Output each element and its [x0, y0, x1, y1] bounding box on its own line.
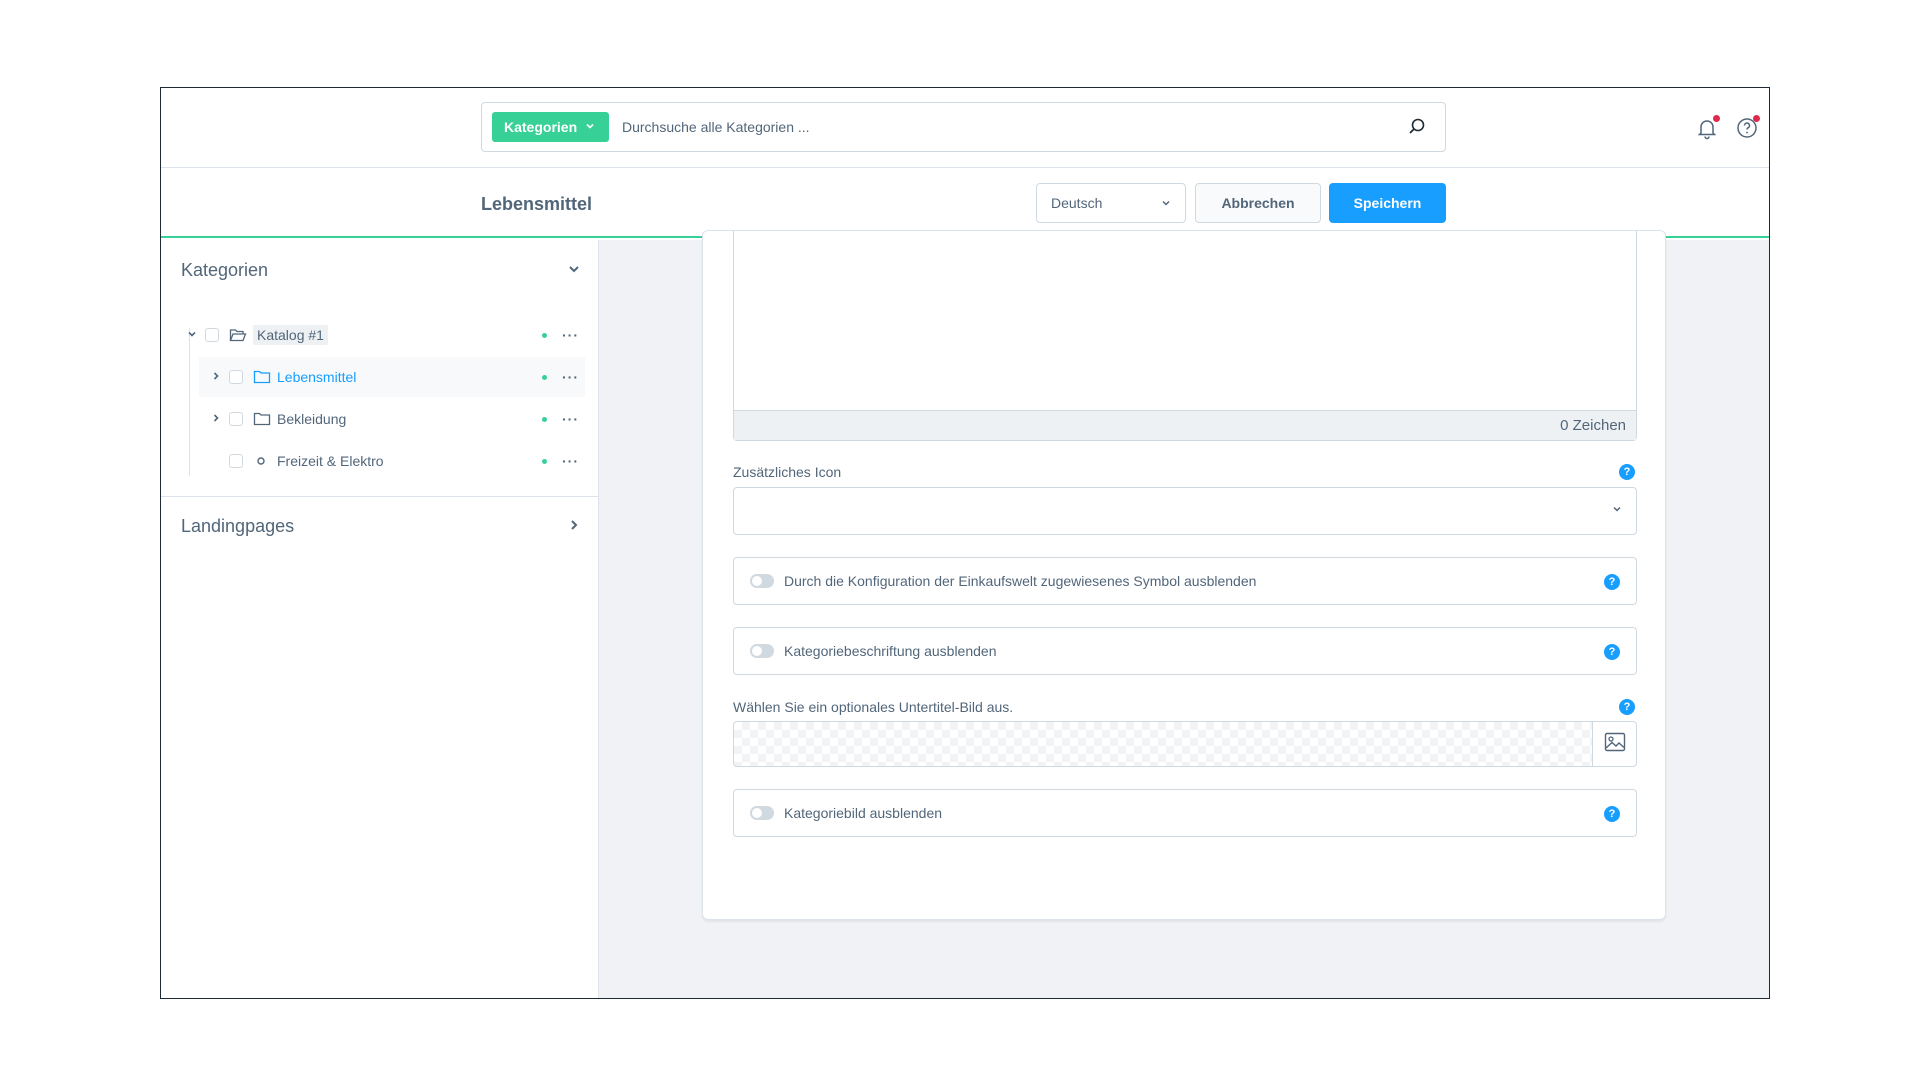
chevron-right-icon	[567, 518, 581, 535]
hide-image-label: Kategoriebild ausblenden	[784, 805, 943, 821]
hide-symbol-label: Durch die Konfiguration der Einkaufswelt…	[784, 573, 1257, 589]
hide-symbol-switch-field: Durch die Konfiguration der Einkaufswelt…	[733, 557, 1637, 605]
categories-section-toggle[interactable]: Kategorien	[181, 255, 581, 285]
help-button[interactable]	[1735, 115, 1760, 140]
hide-image-switch-field: Kategoriebild ausblenden ?	[733, 789, 1637, 837]
hide-symbol-toggle[interactable]	[750, 574, 774, 588]
form-card: 0 Zeichen Zusätzliches Icon ? Durch die …	[702, 230, 1666, 920]
content-area: 0 Zeichen Zusätzliches Icon ? Durch die …	[599, 230, 1769, 998]
chevron-down-icon	[1161, 195, 1171, 211]
chevron-down-icon	[1612, 503, 1622, 517]
chevron-down-icon[interactable]	[185, 328, 199, 342]
categories-title: Kategorien	[181, 259, 269, 280]
image-icon	[1603, 730, 1627, 759]
tree-item-checkbox[interactable]	[205, 328, 219, 342]
language-select[interactable]: Deutsch	[1036, 183, 1186, 223]
hide-image-toggle[interactable]	[750, 806, 774, 820]
icon-select[interactable]	[733, 487, 1637, 535]
tree-item-label: Bekleidung	[277, 411, 347, 427]
status-active-dot	[542, 416, 547, 422]
sidebar-divider	[161, 496, 598, 497]
cancel-button[interactable]: Abbrechen	[1195, 183, 1321, 223]
notification-badge	[1713, 115, 1720, 122]
tree-item-freizeit-elektro[interactable]: Freizeit & Elektro ···	[199, 441, 585, 481]
help-icon[interactable]: ?	[1619, 699, 1635, 715]
chevron-right-icon[interactable]	[209, 370, 223, 384]
more-options-icon[interactable]: ···	[562, 411, 579, 427]
search-input[interactable]	[622, 113, 1382, 141]
tree-item-checkbox[interactable]	[229, 412, 243, 426]
tree-item-label: Lebensmittel	[277, 369, 357, 385]
language-value: Deutsch	[1051, 195, 1103, 211]
leaf-circle-icon	[253, 454, 271, 468]
status-active-dot	[542, 458, 547, 464]
folder-icon	[253, 412, 271, 426]
hide-caption-label: Kategoriebeschriftung ausblenden	[784, 643, 997, 659]
help-icon[interactable]: ?	[1604, 574, 1620, 590]
bell-icon	[1695, 120, 1719, 144]
image-picker-button[interactable]	[1592, 722, 1636, 766]
search-type-dropdown[interactable]: Kategorien	[492, 112, 610, 142]
landingpages-title: Landingpages	[181, 515, 295, 536]
tree-item-checkbox[interactable]	[229, 454, 243, 468]
tree-item-label: Freizeit & Elektro	[277, 453, 384, 469]
tree-item-lebensmittel[interactable]: Lebensmittel ···	[199, 357, 585, 397]
search-icon[interactable]	[1407, 117, 1427, 137]
save-button[interactable]: Speichern	[1329, 183, 1446, 223]
subtitle-image-field[interactable]	[733, 721, 1637, 767]
more-options-icon[interactable]: ···	[562, 327, 579, 343]
notifications-button[interactable]	[1695, 115, 1720, 140]
hide-caption-switch-field: Kategoriebeschriftung ausblenden ?	[733, 627, 1637, 675]
hide-caption-toggle[interactable]	[750, 644, 774, 658]
help-icon[interactable]: ?	[1604, 644, 1620, 660]
search-type-label: Kategorien	[504, 119, 578, 135]
landingpages-section-toggle[interactable]: Landingpages	[181, 511, 581, 541]
sidebar: Kategorien Katalog #1 ··· Lebensmittel ·…	[161, 240, 599, 998]
help-icon[interactable]: ?	[1604, 806, 1620, 822]
app-window: Kategorien Durchsuche alle Kategorien ..…	[160, 87, 1770, 999]
global-search: Kategorien	[481, 102, 1446, 152]
chevron-right-icon[interactable]	[209, 412, 223, 426]
tree-item-label: Katalog #1	[253, 325, 328, 345]
page-header: Lebensmittel Deutsch Abbrechen Speichern	[161, 168, 1769, 238]
page-title: Lebensmittel	[481, 194, 593, 214]
icon-field-label: Zusätzliches Icon	[733, 464, 842, 480]
character-counter: 0 Zeichen	[734, 410, 1636, 440]
status-active-dot	[542, 374, 547, 380]
description-editor[interactable]: 0 Zeichen	[733, 231, 1637, 441]
status-active-dot	[542, 332, 547, 338]
help-circle-icon	[1735, 118, 1759, 144]
tree-item-katalog[interactable]: Katalog #1 ···	[185, 315, 585, 355]
chevron-down-icon	[567, 262, 581, 279]
more-options-icon[interactable]: ···	[562, 453, 579, 469]
chevron-down-icon	[585, 121, 595, 134]
help-icon[interactable]: ?	[1619, 464, 1635, 480]
subtitle-image-label: Wählen Sie ein optionales Untertitel-Bil…	[733, 699, 1014, 715]
top-bar: Kategorien	[161, 88, 1769, 168]
folder-icon	[253, 370, 271, 384]
tree-item-checkbox[interactable]	[229, 370, 243, 384]
more-options-icon[interactable]: ···	[562, 369, 579, 385]
tree-item-bekleidung[interactable]: Bekleidung ···	[199, 399, 585, 439]
folder-open-icon	[229, 328, 247, 342]
help-badge	[1753, 115, 1760, 122]
